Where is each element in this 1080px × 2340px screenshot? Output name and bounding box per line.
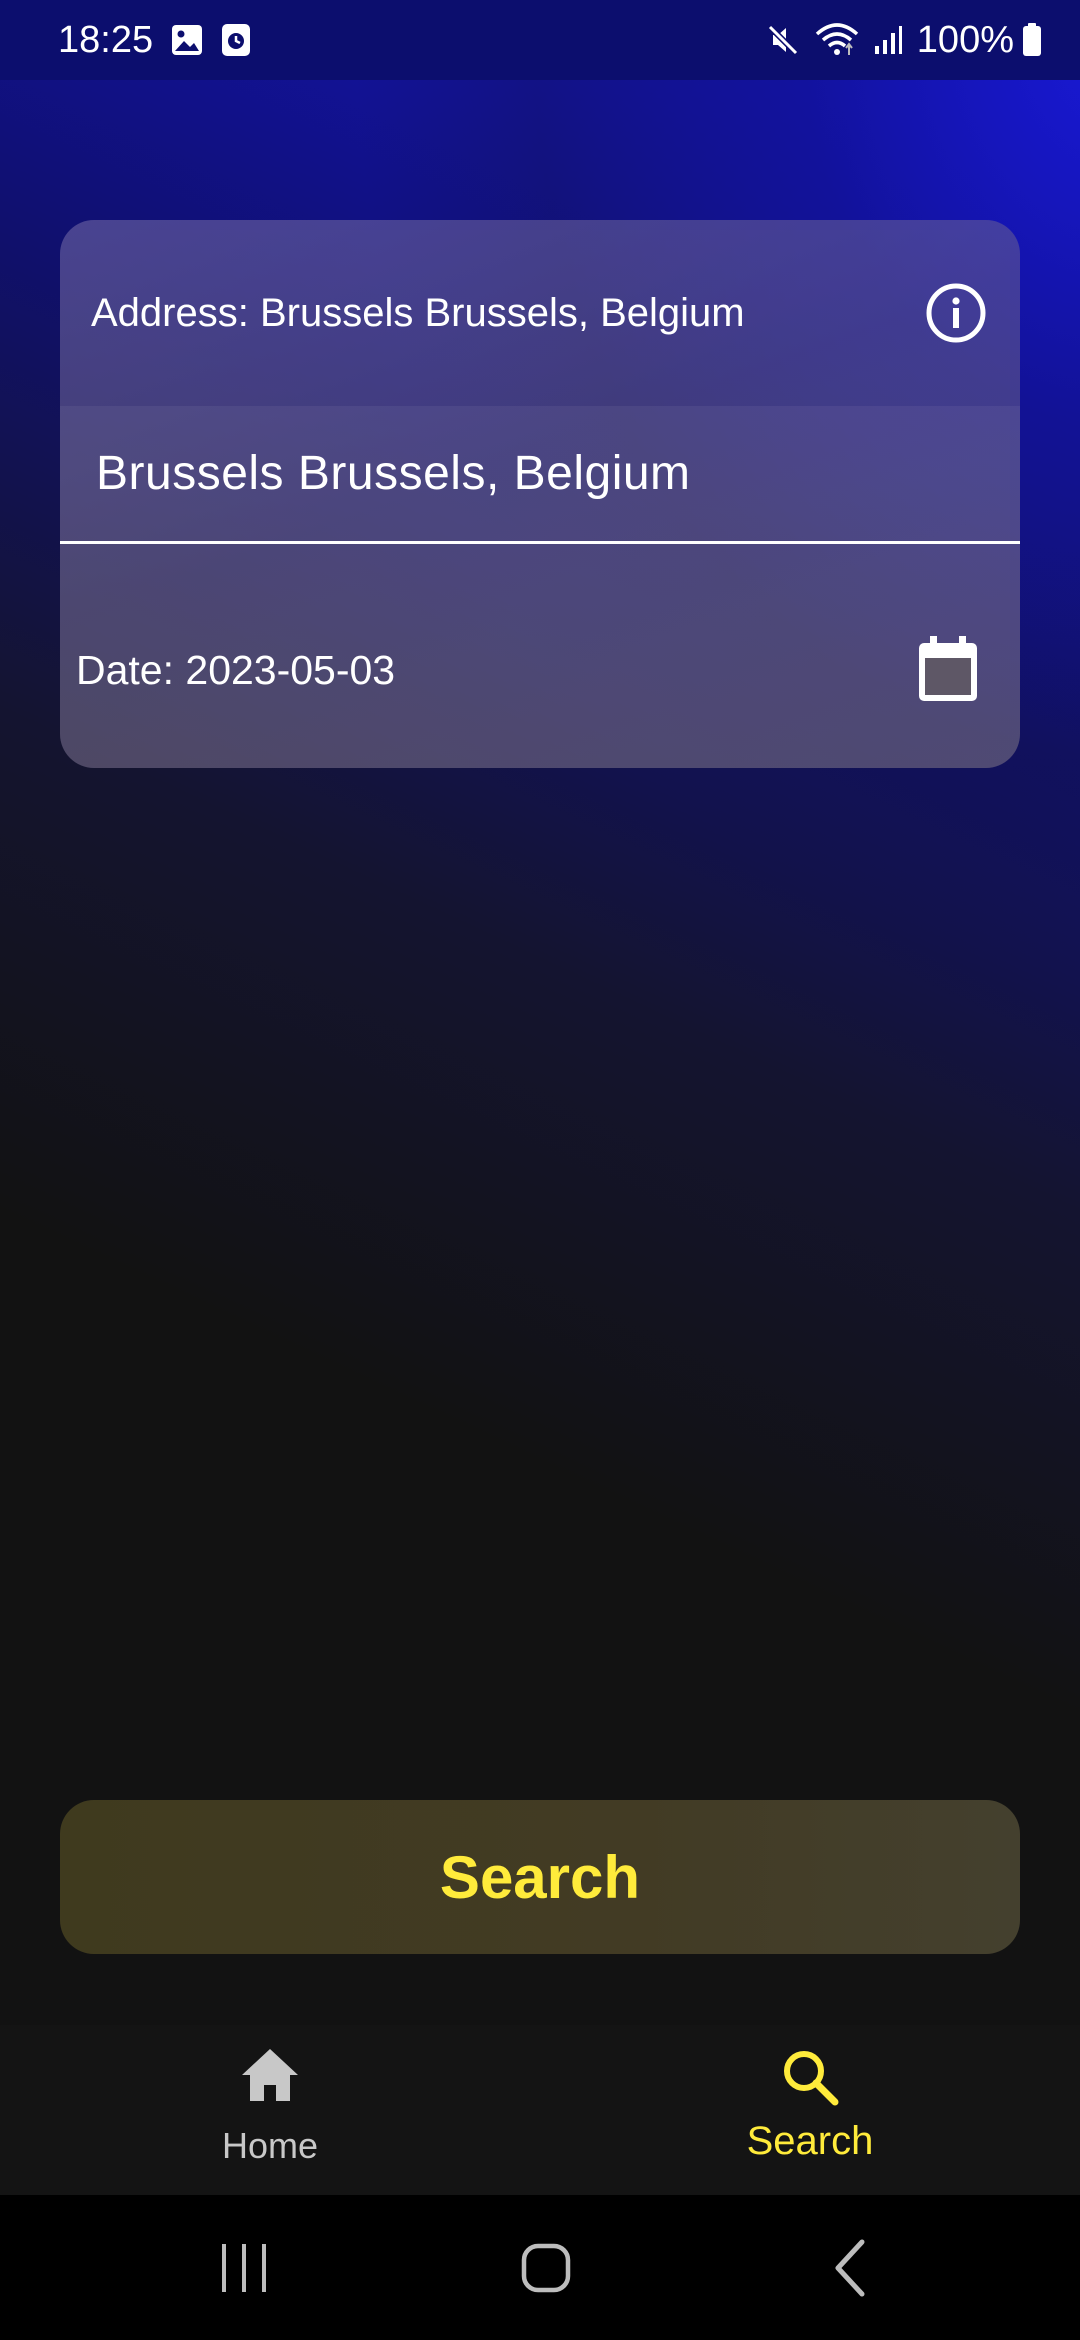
nav-item-search[interactable]: Search (540, 2025, 1080, 2195)
screen-recorder-icon (221, 23, 251, 57)
bottom-navigation: Home Search (0, 2025, 1080, 2195)
status-bar: 18:25 100% (0, 0, 1080, 80)
recent-apps-icon[interactable] (164, 2195, 324, 2340)
system-navigation-bar (0, 2195, 1080, 2340)
signal-icon (873, 24, 903, 56)
home-icon (240, 2047, 300, 2108)
search-form-card: Address: Brussels Brussels, Belgium Date… (60, 220, 1020, 768)
status-bar-right: 100% (765, 19, 1042, 62)
gallery-icon (171, 24, 203, 56)
date-label: Date: 2023-05-03 (76, 646, 396, 693)
date-row: Date: 2023-05-03 (60, 615, 1020, 725)
address-label: Address: Brussels Brussels, Belgium (91, 290, 745, 335)
home-circle-icon[interactable] (466, 2195, 626, 2340)
address-input[interactable] (60, 406, 1020, 544)
nav-item-home[interactable]: Home (0, 2025, 540, 2195)
address-row: Address: Brussels Brussels, Belgium (60, 220, 1020, 406)
wifi-icon (815, 22, 859, 58)
battery-percent: 100% (916, 18, 1014, 61)
battery-icon (1022, 23, 1042, 57)
status-time: 18:25 (58, 18, 154, 61)
status-bar-left: 18:25 (58, 19, 251, 62)
back-icon[interactable] (770, 2195, 930, 2340)
search-button[interactable]: Search (60, 1800, 1020, 1954)
mute-icon (765, 22, 801, 58)
nav-label-search: Search (746, 2119, 874, 2163)
calendar-icon[interactable] (912, 634, 984, 706)
info-icon[interactable] (924, 281, 988, 345)
nav-label-home: Home (221, 2125, 319, 2166)
search-icon (780, 2047, 840, 2112)
